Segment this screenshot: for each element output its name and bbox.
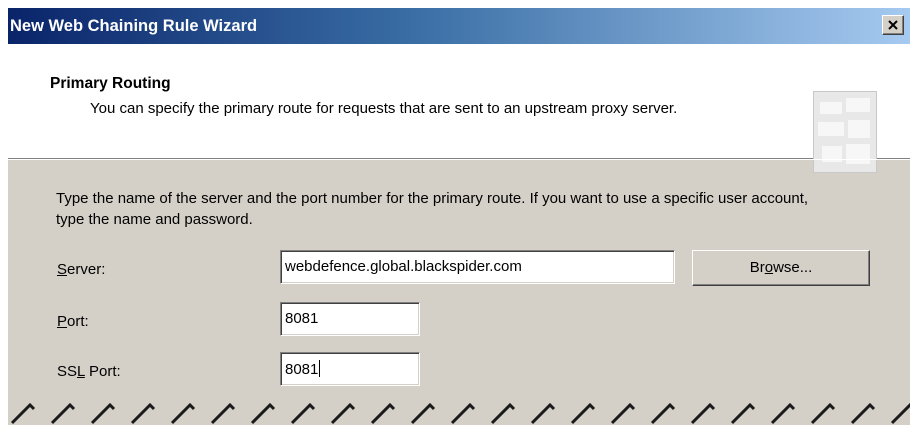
- page-description: You can specify the primary route for re…: [90, 100, 678, 117]
- instructions-text: Type the name of the server and the port…: [56, 190, 809, 228]
- server-label: Server:: [57, 261, 105, 278]
- wizard-header-graphic: [813, 91, 877, 173]
- window-title: New Web Chaining Rule Wizard: [10, 17, 258, 35]
- port-input[interactable]: 8081: [280, 302, 420, 336]
- ssl-port-input-value: 8081: [285, 361, 319, 378]
- browse-label-mnemonic: o: [764, 259, 774, 276]
- close-button[interactable]: [882, 15, 904, 35]
- browse-label-after: wse...: [773, 259, 813, 276]
- wizard-header: Primary Routing You can specify the prim…: [8, 44, 910, 173]
- server-label-mnemonic: S: [57, 261, 68, 278]
- page-title: Primary Routing: [50, 75, 171, 92]
- server-input-value: webdefence.global.blackspider.com: [285, 258, 522, 275]
- ssl-port-label-mnemonic: L: [77, 363, 85, 380]
- server-label-text: erver:: [67, 261, 106, 278]
- ssl-port-input[interactable]: 8081: [280, 352, 420, 386]
- title-bar: New Web Chaining Rule Wizard: [8, 8, 910, 44]
- browse-button[interactable]: Browse...: [692, 250, 870, 286]
- ssl-port-label-before: SS: [57, 363, 78, 380]
- port-label-text: ort:: [67, 313, 89, 330]
- text-caret: [319, 360, 321, 377]
- server-input[interactable]: webdefence.global.blackspider.com: [280, 250, 675, 284]
- torn-edge: [10, 402, 910, 425]
- ssl-port-label: SSL Port:: [57, 363, 121, 380]
- ssl-port-label-after: Port:: [84, 363, 121, 380]
- browse-label-before: Br: [749, 259, 765, 276]
- port-label-mnemonic: P: [57, 313, 68, 330]
- wizard-window: New Web Chaining Rule Wizard Primary Rou…: [8, 8, 910, 425]
- port-label: Port:: [57, 313, 89, 330]
- close-icon: [888, 20, 898, 30]
- port-input-value: 8081: [285, 310, 319, 327]
